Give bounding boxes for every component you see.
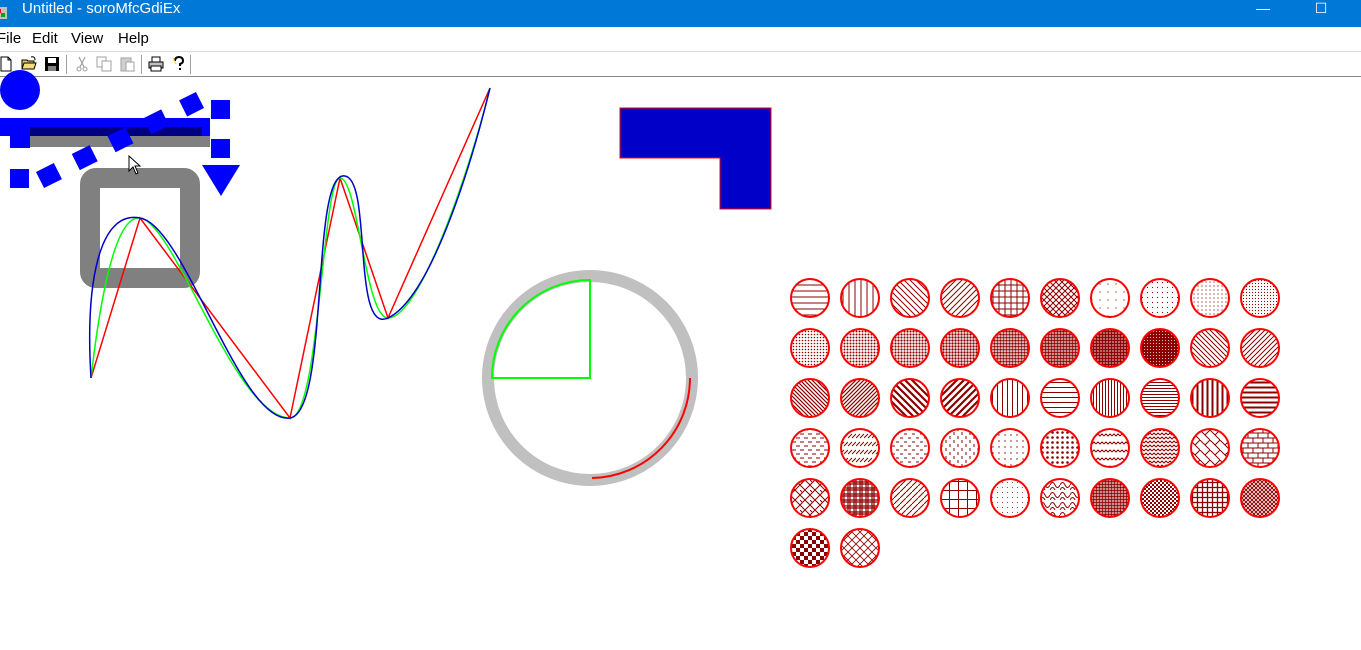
blue-triangle [202,165,240,196]
hatch-circle [790,478,830,518]
hatch-circle [890,278,930,318]
blue-marker [10,169,29,188]
blue-marker [10,128,30,148]
hatch-circle [890,378,930,418]
hatch-circle [1240,328,1280,368]
hatch-circle [890,428,930,468]
hatch-circle [990,278,1030,318]
hatch-circle [1240,478,1280,518]
hatch-circle [990,428,1030,468]
hatch-circle [990,328,1030,368]
hatch-circle [1040,478,1080,518]
blue-marker [211,100,230,119]
hatch-circle [1190,278,1230,318]
hatch-circle [1140,328,1180,368]
hatch-circle [1140,278,1180,318]
hatch-circle [790,528,830,568]
blue-marker [211,139,230,158]
hatch-circle [1040,328,1080,368]
blue-circle [0,70,40,110]
hatch-circle [1140,428,1180,468]
drawing-canvas[interactable] [0,70,1361,650]
hatch-circle [1040,428,1080,468]
hatch-pattern-grid [790,278,1280,568]
gray-rounded-square [80,168,200,288]
hatch-circle [940,378,980,418]
hatch-circle [1090,478,1130,518]
hatch-circle [1040,278,1080,318]
hatch-circle [990,478,1030,518]
blue-l-polygon [619,107,772,210]
hatch-circle [940,328,980,368]
hatch-circle [840,428,880,468]
gdi-drawing [0,70,1280,568]
hatch-circle [790,428,830,468]
hatch-circle [1040,378,1080,418]
hatch-circle [1240,278,1280,318]
hatch-circle [1090,328,1130,368]
hatch-circle [1240,428,1280,468]
hatch-circle [990,378,1030,418]
hatch-circle [840,328,880,368]
hatch-circle [940,278,980,318]
hatch-circle [790,378,830,418]
hatch-circle [890,478,930,518]
hatch-circle [840,478,880,518]
hatch-circle [940,478,980,518]
hatch-circle [840,378,880,418]
hatch-circle [1190,478,1230,518]
hatch-circle [840,278,880,318]
hatch-circle [840,528,880,568]
hatch-circle [1140,478,1180,518]
hatch-circle [1190,328,1230,368]
hatch-circle [890,328,930,368]
hatch-circle [1090,428,1130,468]
hatch-circle [1140,378,1180,418]
hatch-circle [1090,278,1130,318]
hatch-circle [790,328,830,368]
hatch-circle [1190,378,1230,418]
hatch-circle [1090,378,1130,418]
hatch-circle [1190,428,1230,468]
hatch-circle [940,428,980,468]
hatch-circle [1240,378,1280,418]
hatch-circle [790,278,830,318]
mouse-cursor-icon [128,155,142,175]
